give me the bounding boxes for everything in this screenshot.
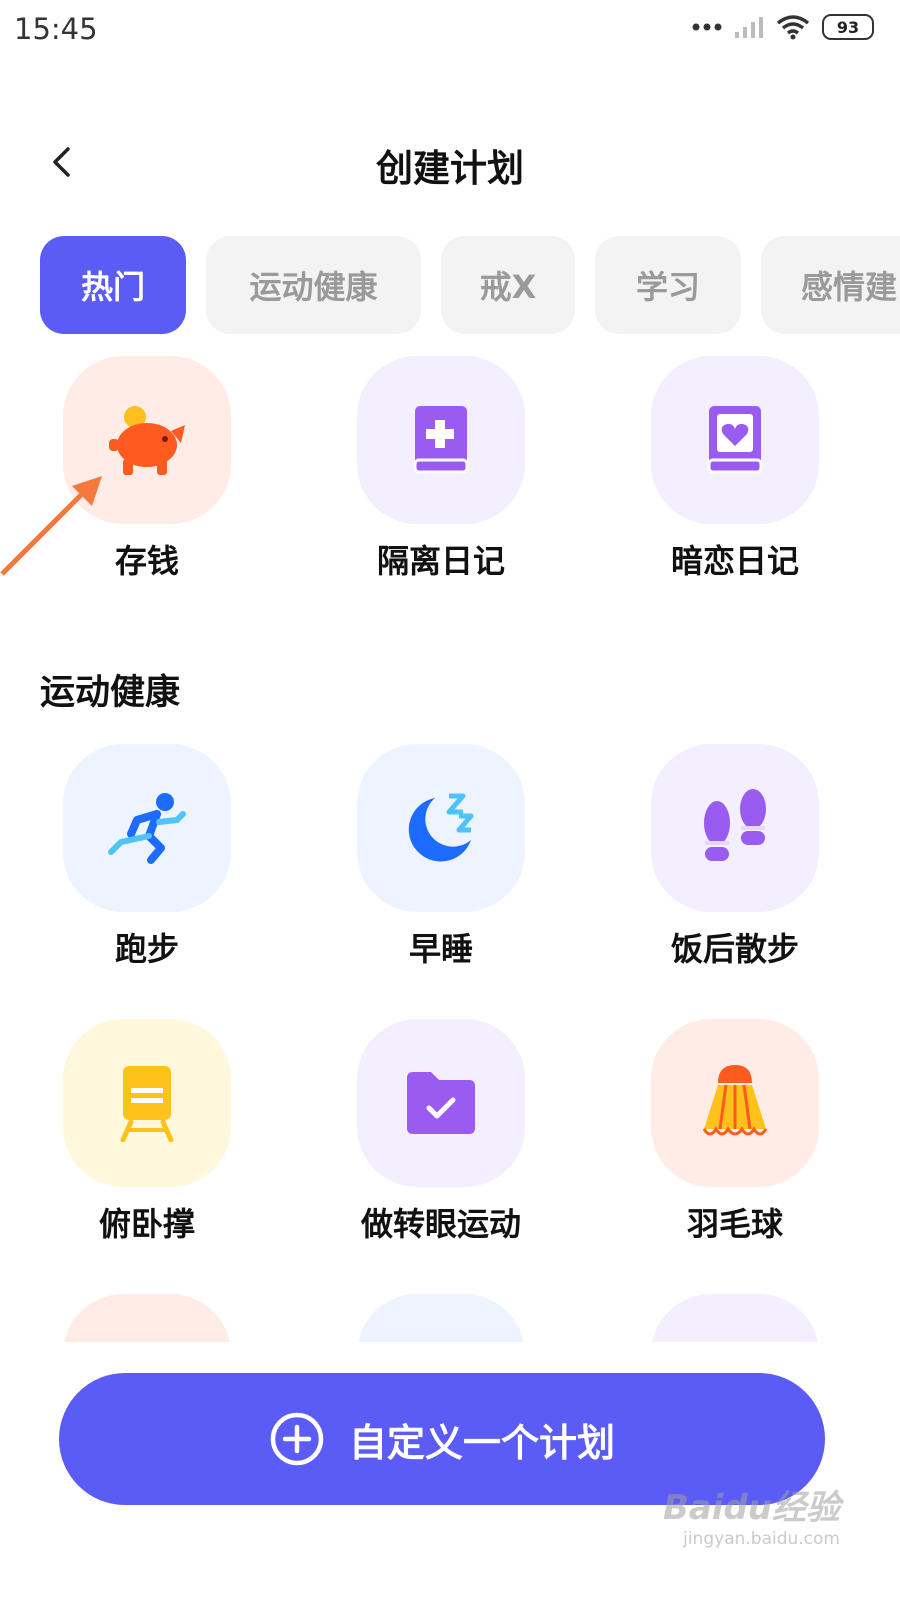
plan-item-label: 暗恋日记 [670, 542, 799, 580]
category-tabs: 热门 运动健康 戒X 学习 感情建 [40, 236, 900, 334]
plan-item-label: 羽毛球 [686, 1205, 783, 1243]
moon-sleep-icon [357, 744, 525, 912]
status-time: 15:45 [14, 12, 98, 46]
plus-circle-icon [270, 1412, 324, 1466]
custom-plan-label: 自定义一个计划 [348, 1420, 615, 1465]
watermark-logo: Baidu经验 [662, 1488, 840, 1528]
medical-diary-icon [357, 356, 525, 524]
wifi-icon [776, 15, 810, 40]
running-icon [63, 744, 231, 912]
heart-diary-icon [651, 356, 819, 524]
tab-hot[interactable]: 热门 [40, 236, 186, 334]
plan-item-running[interactable]: 跑步 [27, 744, 267, 970]
plan-item-label: 饭后散步 [670, 930, 799, 968]
tab-quit[interactable]: 戒X [441, 236, 575, 334]
plan-item-label: 隔离日记 [376, 542, 505, 580]
tab-study[interactable]: 学习 [595, 236, 741, 334]
tab-sports-health[interactable]: 运动健康 [206, 236, 421, 334]
plan-item-label: 跑步 [114, 930, 179, 968]
plan-item-label: 俯卧撑 [98, 1205, 195, 1243]
train-icon [63, 1019, 231, 1187]
plan-item-eye-exercise[interactable]: 做转眼运动 [321, 1019, 561, 1245]
footprints-icon [651, 744, 819, 912]
plan-item-label: 早睡 [408, 930, 473, 968]
section-title-sports-health: 运动健康 [40, 673, 181, 713]
plan-item-label: 做转眼运动 [360, 1205, 521, 1243]
top-bar: 创建计划 [0, 120, 900, 204]
watermark: Baidu经验 jingyan.baidu.com [663, 1480, 840, 1549]
plan-item-badminton[interactable]: 羽毛球 [615, 1019, 855, 1245]
status-icons: 93 [692, 14, 874, 40]
battery-indicator: 93 [822, 14, 874, 40]
plan-item-after-meal-walk[interactable]: 饭后散步 [615, 744, 855, 970]
plan-item-crush-diary[interactable]: 暗恋日记 [615, 356, 855, 582]
plan-item-quarantine-diary[interactable]: 隔离日记 [321, 356, 561, 582]
plan-item-early-sleep[interactable]: 早睡 [321, 744, 561, 970]
plan-item-pushup[interactable]: 俯卧撑 [27, 1019, 267, 1245]
watermark-url: jingyan.baidu.com [683, 1529, 840, 1549]
status-bar: 15:45 93 [0, 0, 900, 62]
more-dots-icon [692, 23, 722, 31]
annotation-arrow [0, 476, 102, 576]
folder-check-icon [357, 1019, 525, 1187]
page-title: 创建计划 [376, 147, 524, 190]
shuttlecock-icon [651, 1019, 819, 1187]
signal-icon [735, 17, 763, 38]
tab-relationship[interactable]: 感情建 [761, 236, 900, 334]
